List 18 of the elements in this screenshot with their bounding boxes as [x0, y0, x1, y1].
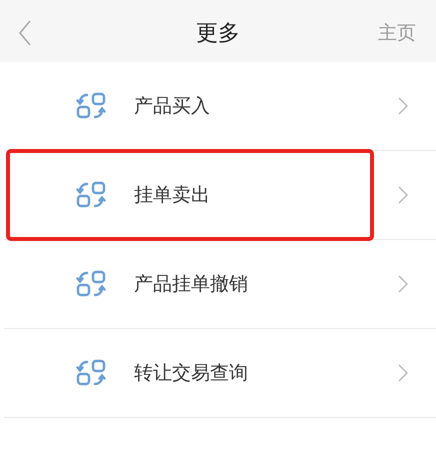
swap-icon	[76, 181, 106, 209]
swap-icon	[76, 359, 106, 387]
chevron-icon	[398, 186, 408, 204]
menu-item[interactable]: 转让交易查询	[4, 329, 436, 418]
item-label: 产品买入	[134, 94, 211, 119]
chevron-icon	[398, 364, 408, 382]
item-label: 产品挂单撤销	[134, 272, 249, 297]
chevron-icon	[398, 97, 408, 115]
swap-icon	[76, 92, 106, 120]
chevron-icon	[398, 275, 408, 293]
menu-item[interactable]: 挂单卖出	[4, 151, 436, 240]
menu-item[interactable]: 产品买入	[4, 62, 436, 151]
item-label: 挂单卖出	[134, 183, 211, 208]
back-icon[interactable]	[18, 20, 32, 46]
swap-icon	[76, 270, 106, 298]
page-title: 更多	[196, 20, 240, 48]
item-label: 转让交易查询	[134, 361, 249, 386]
menu-item[interactable]: 产品挂单撤销	[4, 240, 436, 329]
